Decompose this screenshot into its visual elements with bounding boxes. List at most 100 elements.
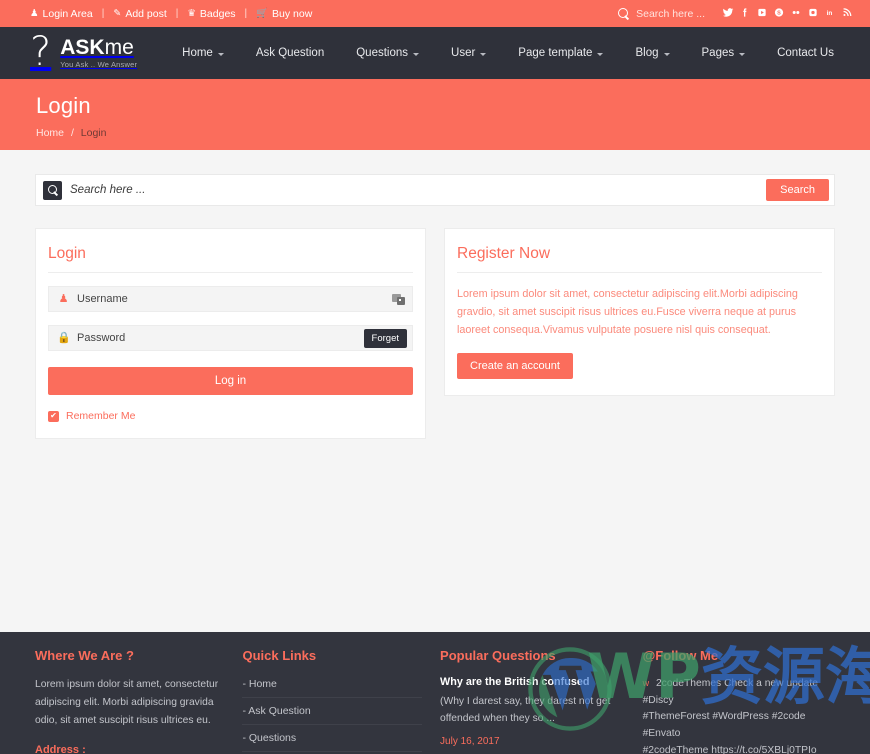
nav-item-home[interactable]: Home — [166, 47, 240, 59]
nav-label: Home — [182, 47, 213, 59]
login-card: Login ♟ 🔒 Forget Log in — [35, 228, 426, 439]
svg-text:in: in — [827, 9, 833, 16]
topbar-separator: | — [102, 8, 105, 19]
question-mark-icon: ? — [30, 34, 51, 70]
logo-title: ASKme — [60, 37, 137, 59]
topbar-link-buy-now[interactable]: 🛒 Buy now — [256, 8, 312, 20]
footer-title: Where We Are ? — [35, 648, 224, 663]
twitter-icon: w — [643, 678, 650, 688]
register-card-title: Register Now — [457, 245, 822, 273]
topbar-search-placeholder: Search here ... — [636, 8, 705, 20]
chevron-down-icon — [664, 53, 670, 56]
cart-icon: 🛒 — [256, 9, 268, 19]
footer-title: Popular Questions — [440, 648, 625, 663]
remember-me-label: Remember Me — [66, 410, 135, 422]
tweet-line-2-row: #ThemeForest #WordPress #2code #Envato — [643, 709, 835, 742]
nav-label: Pages — [702, 47, 735, 59]
site-header: ? ASKme You Ask .. We Answer Home Ask Qu… — [0, 27, 870, 79]
tweet-line-3-row: #2codeTheme https://t.co/5XBLj0TPIo — [643, 743, 835, 754]
search-button[interactable]: Search — [766, 179, 829, 201]
page-banner: Login Home / Login — [0, 79, 870, 150]
facebook-icon[interactable] — [736, 7, 753, 21]
footer-col-popular-questions: Popular Questions Why are the British co… — [440, 648, 643, 754]
svg-text:S: S — [777, 10, 781, 16]
chevron-down-icon — [739, 53, 745, 56]
nav-item-user[interactable]: User — [435, 47, 502, 59]
logo-subtitle: You Ask .. We Answer — [60, 60, 137, 69]
twitter-icon[interactable] — [719, 7, 736, 21]
breadcrumb-separator: / — [71, 127, 74, 139]
nav-item-pages[interactable]: Pages — [686, 47, 762, 59]
breadcrumb-home[interactable]: Home — [36, 127, 64, 139]
remember-me-checkbox[interactable]: ✔ — [48, 411, 59, 422]
topbar-search[interactable]: Search here ... — [618, 8, 705, 20]
top-bar-links: ♟ Login Area | ✎ Add post | ♛ Badges | 🛒… — [30, 8, 312, 20]
autofill-icon[interactable] — [392, 294, 405, 305]
chevron-down-icon — [218, 53, 224, 56]
user-icon: ♟ — [57, 294, 70, 305]
tweet-line-2: #ThemeForest #WordPress #2code #Envato — [643, 711, 806, 739]
logo-text: ASKme You Ask .. We Answer — [60, 37, 137, 69]
nav-item-contact-us[interactable]: Contact Us — [761, 47, 850, 59]
chevron-down-icon — [413, 53, 419, 56]
register-card: Register Now Lorem ipsum dolor sit amet,… — [444, 228, 835, 396]
search-icon — [43, 181, 62, 200]
skype-icon[interactable]: S — [770, 7, 787, 21]
footer-link-ask-question[interactable]: - Ask Question — [242, 698, 422, 725]
content-wrapper: Search Login ♟ 🔒 — [35, 174, 835, 439]
top-bar-right: Search here ... S in — [618, 7, 855, 21]
topbar-separator: | — [176, 8, 179, 19]
nav-item-questions[interactable]: Questions — [340, 47, 435, 59]
breadcrumb: Home / Login — [36, 127, 870, 139]
topbar-link-label: Buy now — [272, 8, 312, 20]
topbar-link-label: Badges — [200, 8, 236, 20]
footer-address-label: Address : — [35, 744, 224, 754]
rss-icon[interactable] — [838, 7, 855, 21]
logo-title-light: me — [105, 36, 134, 59]
nav-item-page-template[interactable]: Page template — [502, 47, 619, 59]
topbar-link-login-area[interactable]: ♟ Login Area — [30, 8, 93, 20]
search-icon — [618, 8, 630, 20]
popular-question-title[interactable]: Why are the British confused — [440, 676, 625, 688]
nav-label: Blog — [635, 47, 658, 59]
lock-icon: 🔒 — [57, 333, 70, 344]
main-navigation: Home Ask Question Questions User Page te… — [166, 47, 850, 59]
nav-label: Ask Question — [256, 47, 324, 59]
nav-item-ask-question[interactable]: Ask Question — [240, 47, 340, 59]
forget-password-button[interactable]: Forget — [364, 329, 407, 348]
topbar-link-label: Add post — [125, 8, 166, 20]
popular-question-date: July 16, 2017 — [440, 736, 625, 747]
logo-title-bold: ASK — [60, 36, 104, 59]
site-footer: Where We Are ? Lorem ipsum dolor sit ame… — [0, 632, 870, 754]
footer-link-questions[interactable]: - Questions — [242, 725, 422, 752]
youtube-icon[interactable] — [753, 7, 770, 21]
search-bar: Search — [35, 174, 835, 206]
linkedin-icon[interactable]: in — [821, 7, 838, 21]
main-content: Search Login ♟ 🔒 — [0, 174, 870, 439]
create-account-button[interactable]: Create an account — [457, 353, 573, 379]
password-input[interactable] — [77, 326, 364, 350]
footer-title: @Follow Me — [643, 648, 835, 663]
tweet-line-3: #2codeTheme https://t.co/5XBLj0TPIo — [643, 745, 817, 754]
remember-me-row[interactable]: ✔ Remember Me — [48, 410, 413, 422]
cards-row: Login ♟ 🔒 Forget Log in — [35, 228, 835, 439]
site-logo[interactable]: ? ASKme You Ask .. We Answer — [30, 35, 137, 71]
topbar-link-add-post[interactable]: ✎ Add post — [113, 8, 166, 20]
tweet-text: w 2codeThemes Check a new update #Discy — [643, 676, 835, 709]
username-input[interactable] — [77, 287, 392, 311]
user-icon: ♟ — [30, 9, 39, 19]
footer-title: Quick Links — [242, 648, 422, 663]
page-root: ♟ Login Area | ✎ Add post | ♛ Badges | 🛒… — [0, 0, 870, 754]
login-submit-button[interactable]: Log in — [48, 367, 413, 395]
instagram-icon[interactable] — [804, 7, 821, 21]
login-card-title: Login — [48, 245, 413, 273]
nav-item-blog[interactable]: Blog — [619, 47, 685, 59]
topbar-link-badges[interactable]: ♛ Badges — [187, 8, 235, 20]
flickr-icon[interactable] — [787, 7, 804, 21]
footer-col-where-we-are: Where We Are ? Lorem ipsum dolor sit ame… — [35, 648, 242, 754]
nav-label: Contact Us — [777, 47, 834, 59]
footer-link-home[interactable]: - Home — [242, 676, 422, 698]
footer-col-follow-me: @Follow Me w 2codeThemes Check a new upd… — [643, 648, 835, 754]
pencil-icon: ✎ — [113, 9, 121, 19]
search-input[interactable] — [70, 175, 766, 205]
